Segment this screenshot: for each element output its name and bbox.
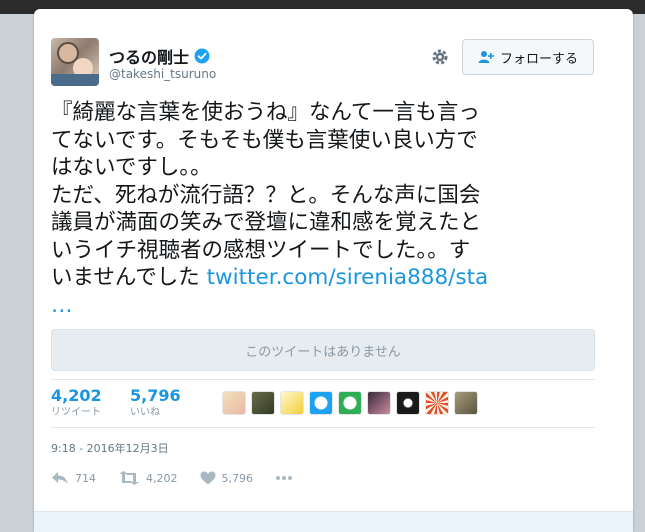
like-count: 5,796 bbox=[130, 386, 181, 405]
display-name[interactable]: つるの剛士 bbox=[109, 44, 189, 68]
retweet-count: 4,202 bbox=[51, 386, 102, 405]
quoted-tweet-unavailable[interactable]: このツイートはありません bbox=[51, 329, 595, 371]
name-row: つるの剛士 bbox=[109, 44, 210, 68]
retweet-stat[interactable]: 4,202 リツイート bbox=[51, 387, 102, 421]
divider bbox=[51, 379, 595, 380]
like-label: いいね bbox=[130, 407, 160, 418]
liker-avatar[interactable] bbox=[425, 391, 449, 415]
timestamp[interactable]: 9:18 - 2016年12月3日 bbox=[51, 440, 169, 456]
avatar-shirt bbox=[51, 74, 99, 86]
user-handle[interactable]: @takeshi_tsuruno bbox=[109, 67, 216, 81]
follow-button[interactable]: フォローする bbox=[462, 39, 594, 75]
like-stat[interactable]: 5,796 いいね bbox=[130, 387, 181, 421]
more-icon bbox=[276, 476, 292, 480]
page-background-left bbox=[0, 14, 34, 532]
liker-avatar[interactable] bbox=[222, 391, 246, 415]
retweet-label: リツイート bbox=[51, 407, 101, 418]
liker-avatar[interactable] bbox=[454, 391, 478, 415]
retweet-action-count: 4,202 bbox=[146, 471, 178, 485]
divider bbox=[51, 427, 595, 428]
liker-avatar[interactable] bbox=[280, 391, 304, 415]
more-button[interactable] bbox=[275, 475, 299, 481]
reply-button[interactable]: 714 bbox=[51, 471, 96, 485]
tweet-body: 『綺麗な言葉を使おうね』なんて一言も言ってないです。そもそも僕も言葉使い良い方で… bbox=[51, 100, 482, 290]
liker-avatar[interactable] bbox=[367, 391, 391, 415]
retweet-icon bbox=[119, 471, 139, 485]
reply-icon bbox=[52, 472, 68, 484]
liker-avatar[interactable] bbox=[338, 391, 362, 415]
verified-badge-icon bbox=[194, 48, 210, 64]
gear-icon[interactable] bbox=[431, 48, 449, 66]
like-action-count: 5,796 bbox=[221, 471, 254, 485]
liker-avatar[interactable] bbox=[251, 391, 275, 415]
heart-icon bbox=[200, 471, 215, 485]
card-footer bbox=[34, 511, 633, 532]
tweet-actions: 714 4,202 5,796 bbox=[51, 471, 321, 485]
tweet-card: つるの剛士 @takeshi_tsuruno フォローする 『綺麗な言葉を使おう… bbox=[34, 9, 633, 532]
liker-avatar[interactable] bbox=[396, 391, 420, 415]
reply-count: 714 bbox=[75, 471, 96, 485]
liker-avatars bbox=[222, 391, 483, 415]
page-background-right bbox=[633, 14, 645, 532]
follow-person-icon bbox=[478, 51, 494, 63]
retweet-button[interactable]: 4,202 bbox=[118, 471, 178, 485]
tweet-text: 『綺麗な言葉を使おうね』なんて一言も言ってないです。そもそも僕も言葉使い良い方で… bbox=[51, 99, 491, 319]
like-button[interactable]: 5,796 bbox=[200, 471, 254, 485]
liker-avatar[interactable] bbox=[309, 391, 333, 415]
avatar[interactable] bbox=[51, 38, 99, 86]
follow-button-label: フォローする bbox=[499, 51, 578, 67]
